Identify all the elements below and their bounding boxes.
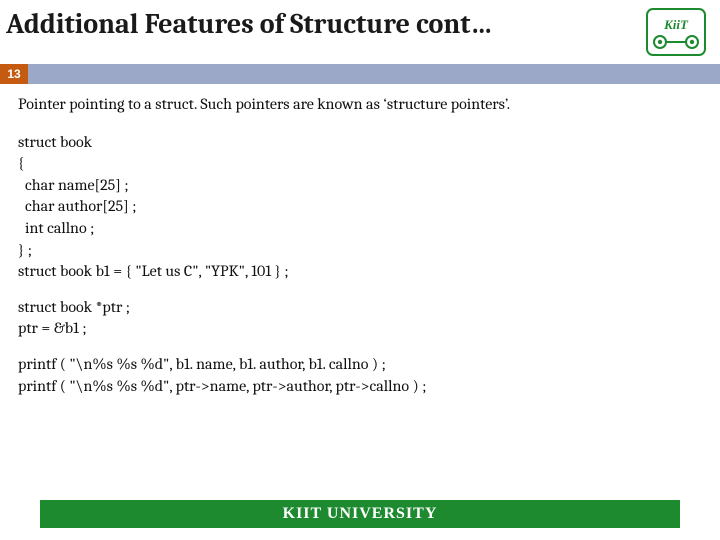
- footer-bar: KIIT UNIVERSITY: [40, 500, 680, 528]
- kiit-logo-icon: KiiT: [646, 8, 706, 56]
- slide-content: Pointer pointing to a struct. Such point…: [0, 84, 720, 397]
- page-bar-fill: [28, 64, 720, 84]
- code-block-1: struct book { char name[25] ; char autho…: [18, 132, 702, 283]
- intro-text: Pointer pointing to a struct. Such point…: [18, 94, 702, 116]
- footer-text: KIIT UNIVERSITY: [283, 505, 438, 523]
- page-number: 13: [0, 64, 28, 84]
- slide-header: Additional Features of Structure cont… K…: [0, 0, 720, 60]
- page-bar: 13: [0, 64, 720, 84]
- code-block-2: struct book *ptr ; ptr = &b1 ;: [18, 297, 702, 340]
- code-block-3: printf ( "\n%s %s %d", b1. name, b1. aut…: [18, 354, 702, 397]
- slide-title: Additional Features of Structure cont…: [6, 8, 493, 42]
- svg-text:KiiT: KiiT: [663, 17, 689, 32]
